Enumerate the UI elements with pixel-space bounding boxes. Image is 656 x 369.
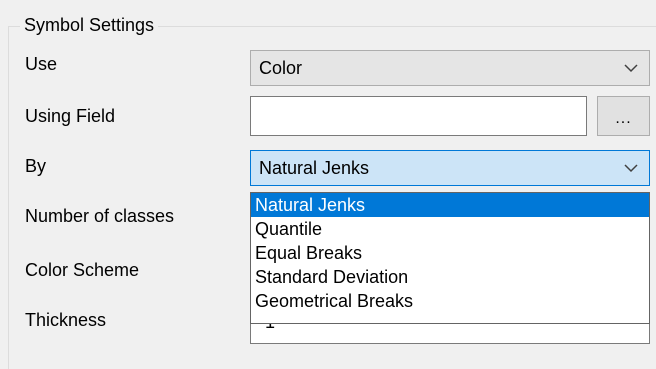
chevron-down-icon — [624, 64, 638, 73]
use-combo[interactable]: Color — [250, 50, 650, 86]
dropdown-option-natural-jenks[interactable]: Natural Jenks — [251, 193, 649, 217]
chevron-down-icon — [624, 164, 638, 173]
dropdown-option-quantile[interactable]: Quantile — [251, 217, 649, 241]
use-combo-value: Color — [259, 58, 303, 78]
thickness-label: Thickness — [25, 310, 107, 330]
dropdown-option-geometrical-breaks[interactable]: Geometrical Breaks — [251, 289, 649, 313]
dropdown-option-standard-deviation[interactable]: Standard Deviation — [251, 265, 649, 289]
symbol-settings-panel: Symbol Settings Use Color Using Field ..… — [0, 0, 656, 369]
color-scheme-label: Color Scheme — [25, 260, 140, 280]
by-label: By — [25, 156, 47, 176]
browse-field-button[interactable]: ... — [597, 96, 650, 136]
group-title: Symbol Settings — [20, 14, 159, 36]
using-field-input[interactable] — [250, 96, 587, 136]
use-label: Use — [25, 54, 58, 74]
dropdown-option-equal-breaks[interactable]: Equal Breaks — [251, 241, 649, 265]
by-combo[interactable]: Natural Jenks — [250, 150, 650, 186]
by-combo-value: Natural Jenks — [259, 158, 370, 178]
by-dropdown-list: Natural Jenks Quantile Equal Breaks Stan… — [250, 192, 650, 324]
number-of-classes-label: Number of classes — [25, 206, 175, 226]
using-field-label: Using Field — [25, 106, 116, 126]
